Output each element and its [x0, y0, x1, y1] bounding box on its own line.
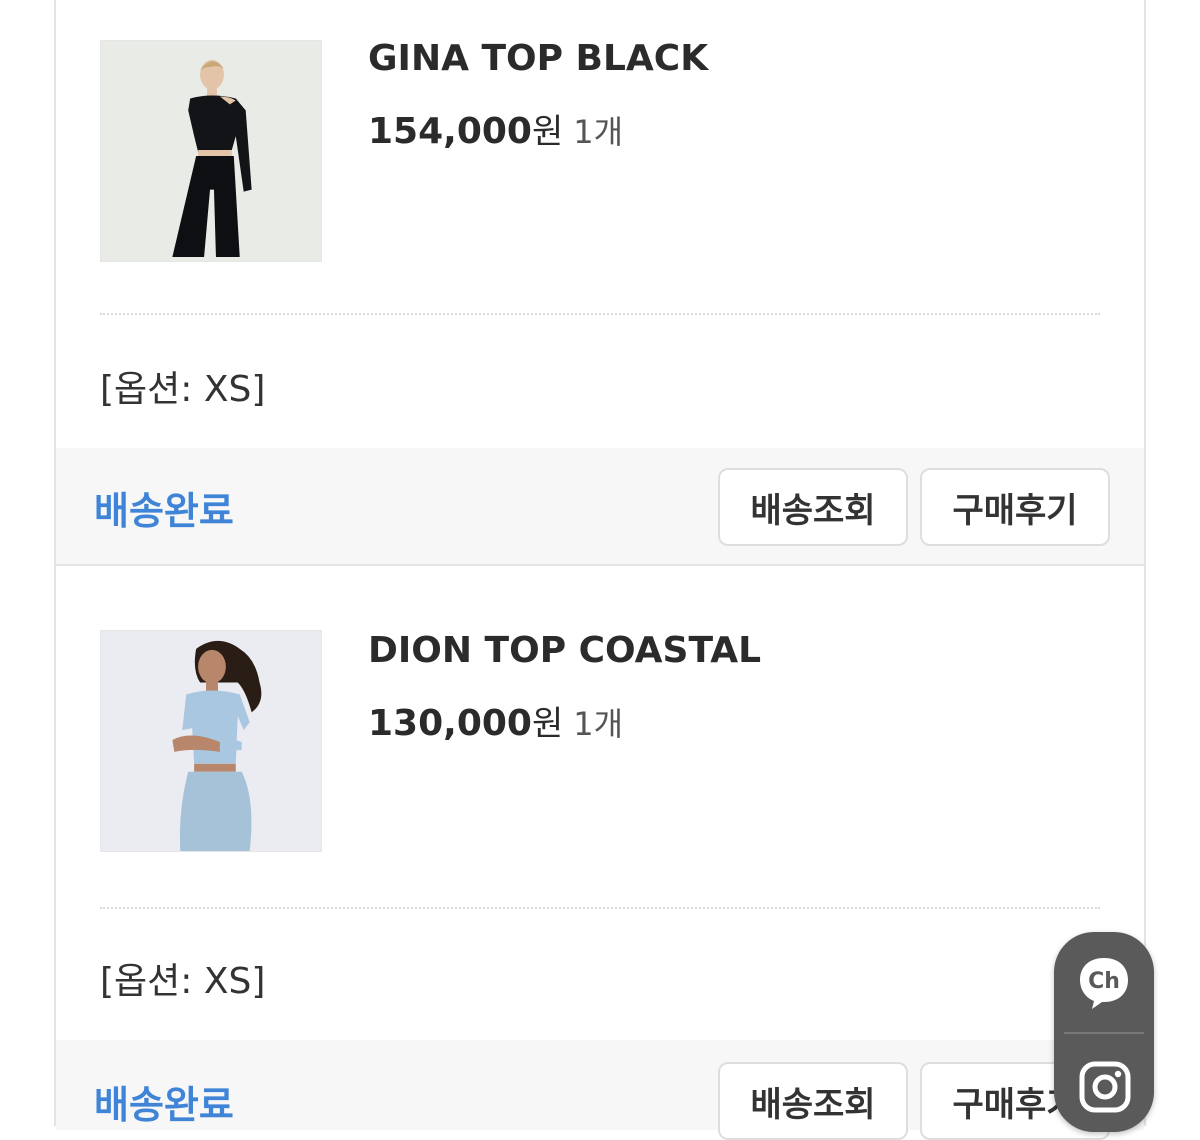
option-label: [옵션: XS] — [100, 961, 266, 1002]
dotted-divider — [100, 313, 1100, 315]
product-photo-blue-top — [101, 631, 321, 851]
product-price: 154,000 — [368, 111, 532, 152]
order-item-card: DION TOP COASTAL 130,000원 1개 [옵션: XS] 배송완… — [54, 566, 1146, 1140]
order-status-bar: 배송완료 배송조회 구매후기 — [56, 1040, 1144, 1140]
product-thumbnail[interactable] — [100, 630, 322, 852]
product-quantity: 1개 — [573, 705, 624, 743]
product-quantity: 1개 — [573, 113, 624, 151]
order-status-bar: 배송완료 배송조회 구매후기 — [56, 448, 1144, 564]
currency-unit: 원 — [531, 704, 564, 744]
write-review-button[interactable]: 구매후기 — [920, 468, 1110, 546]
option-label: [옵션: XS] — [100, 369, 266, 410]
product-name[interactable]: GINA TOP BLACK — [368, 38, 708, 79]
track-delivery-button[interactable]: 배송조회 — [718, 468, 908, 546]
product-thumbnail[interactable] — [100, 40, 322, 262]
order-item-card: GINA TOP BLACK 154,000원 1개 [옵션: XS] 배송완료 … — [54, 0, 1146, 566]
delivery-status: 배송완료 — [94, 1083, 234, 1127]
instagram-icon[interactable] — [1078, 1060, 1132, 1114]
currency-unit: 원 — [531, 112, 564, 152]
track-delivery-button[interactable]: 배송조회 — [718, 1062, 908, 1140]
price-line: 130,000원 1개 — [368, 696, 623, 745]
product-price: 130,000 — [368, 703, 532, 744]
kakao-channel-icon[interactable]: Ch — [1074, 952, 1134, 1012]
delivery-status: 배송완료 — [94, 489, 234, 533]
dotted-divider — [100, 907, 1100, 909]
floating-contact-widget: Ch — [1054, 932, 1154, 1132]
channel-label: Ch — [1088, 969, 1120, 994]
product-name[interactable]: DION TOP COASTAL — [368, 630, 761, 671]
widget-divider — [1064, 1032, 1144, 1034]
product-photo-black-top — [101, 41, 321, 261]
price-line: 154,000원 1개 — [368, 104, 623, 153]
